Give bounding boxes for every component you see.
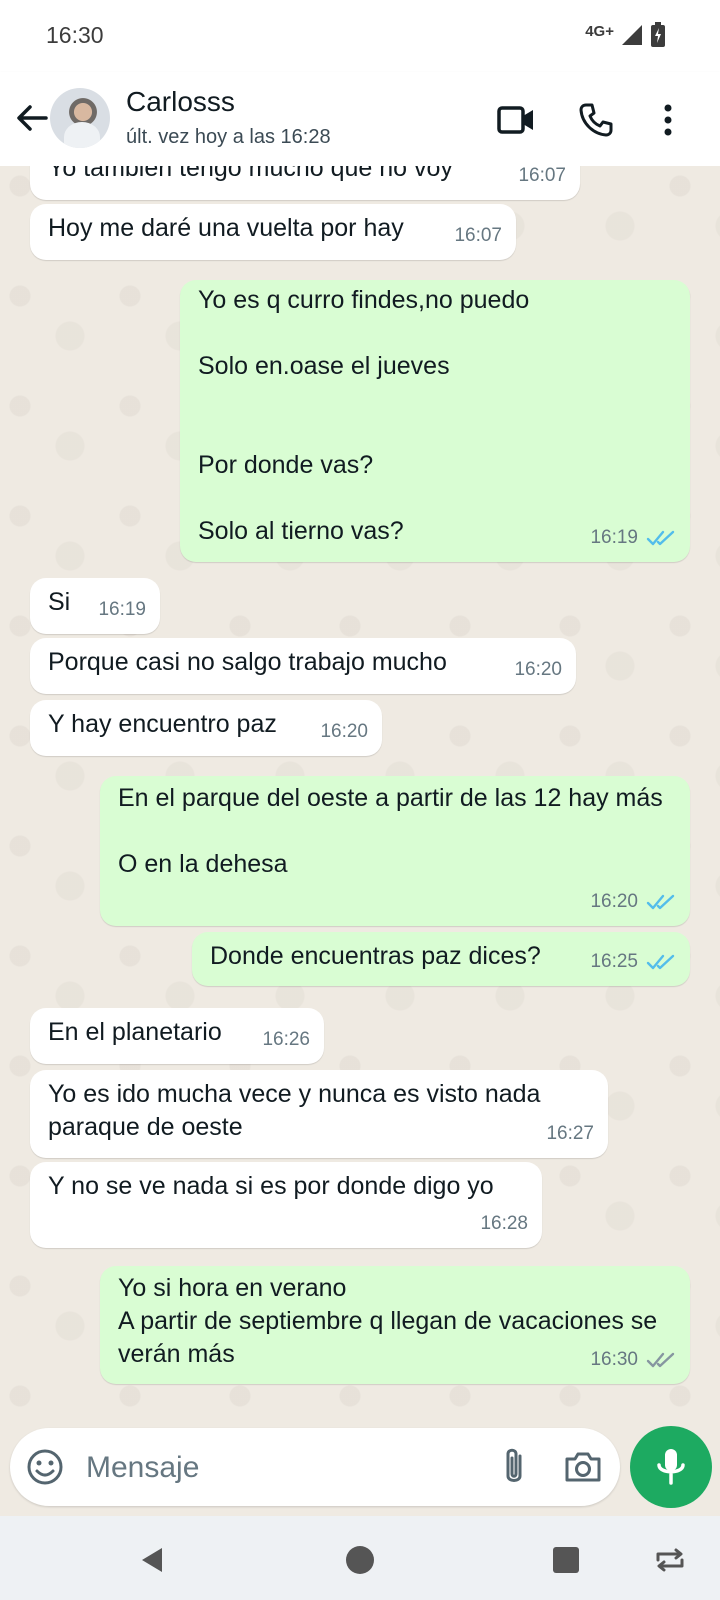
back-button[interactable] [12, 98, 52, 138]
chat-header: Carlosss últ. vez hoy a las 16:28 [0, 72, 720, 166]
message-incoming[interactable]: Yo es ido mucha vece y nunca es visto na… [30, 1070, 608, 1158]
status-time: 16:30 [46, 22, 104, 48]
status-bar: 16:30 4G+ [0, 0, 720, 72]
message-text: Yo si hora en verano A partir de septiem… [118, 1274, 658, 1368]
more-options-button[interactable] [646, 98, 690, 142]
voice-message-button[interactable] [630, 1426, 712, 1508]
voice-call-button[interactable] [574, 98, 618, 142]
nav-home-icon [346, 1546, 374, 1574]
message-incoming[interactable]: En el planetario 16:26 [30, 1008, 324, 1064]
message-composer [10, 1428, 620, 1506]
message-input[interactable] [84, 1446, 468, 1490]
nav-rotate-icon [656, 1548, 684, 1572]
nav-recents-icon [553, 1547, 579, 1573]
message-time: 16:19 [98, 599, 146, 620]
message-incoming[interactable]: Si 16:19 [30, 578, 160, 634]
message-text: Hoy me daré una vuelta por hay [48, 214, 404, 242]
mic-icon [657, 1449, 685, 1485]
message-text: Donde encuentras paz dices? [210, 942, 541, 970]
read-ticks-icon [646, 894, 675, 909]
message-time: 16:26 [262, 1029, 310, 1050]
message-text: Porque casi no salgo trabajo mucho [48, 648, 447, 676]
message-text: Yo es q curro findes,no puedo Solo en.oa… [198, 286, 530, 545]
nav-back-icon [142, 1548, 162, 1572]
message-time: 16:20 [320, 721, 368, 742]
delivered-ticks-icon [646, 1352, 675, 1367]
message-time: 16:07 [518, 166, 566, 186]
video-call-icon [497, 106, 533, 134]
phone-icon [579, 103, 613, 137]
message-time: 16:25 [590, 951, 638, 972]
message-incoming[interactable]: Yo tambien tengo mucho que no voy 16:07 [30, 166, 580, 200]
message-text: Yo tambien tengo mucho que no voy [48, 166, 453, 182]
battery-icon [651, 22, 665, 47]
emoji-icon[interactable] [26, 1448, 64, 1486]
chat-messages[interactable]: Yo tambien tengo mucho que no voy 16:07 … [0, 166, 720, 1420]
contact-avatar[interactable] [50, 88, 110, 148]
nav-back-button[interactable] [134, 1542, 170, 1578]
message-time: 16:28 [480, 1213, 528, 1234]
camera-icon[interactable] [562, 1446, 604, 1488]
read-ticks-icon [646, 954, 675, 969]
read-ticks-icon [646, 530, 675, 545]
message-time: 16:27 [546, 1123, 594, 1144]
more-vert-icon [664, 104, 672, 136]
message-text: Y no se ve nada si es por donde digo yo [48, 1172, 494, 1200]
message-incoming[interactable]: Hoy me daré una vuelta por hay 16:07 [30, 204, 516, 260]
message-outgoing[interactable]: Donde encuentras paz dices? 16:25 [192, 932, 690, 986]
network-type: 4G+ [585, 22, 614, 40]
message-text: Y hay encuentro paz [48, 710, 277, 738]
system-navigation-bar [0, 1516, 720, 1600]
last-seen-status: últ. vez hoy a las 16:28 [126, 126, 331, 148]
message-incoming[interactable]: Y no se ve nada si es por donde digo yo … [30, 1162, 542, 1248]
nav-rotate-button[interactable] [652, 1542, 688, 1578]
message-text: Yo es ido mucha vece y nunca es visto na… [48, 1080, 548, 1141]
message-time: 16:20 [590, 891, 638, 912]
message-time: 16:19 [590, 527, 638, 548]
message-incoming[interactable]: Porque casi no salgo trabajo mucho 16:20 [30, 638, 576, 694]
message-outgoing[interactable]: En el parque del oeste a partir de las 1… [100, 776, 690, 926]
contact-name[interactable]: Carlosss [126, 86, 235, 118]
message-time: 16:07 [454, 225, 502, 246]
message-outgoing[interactable]: Yo es q curro findes,no puedo Solo en.oa… [180, 280, 690, 562]
nav-recents-button[interactable] [548, 1542, 584, 1578]
message-incoming[interactable]: Y hay encuentro paz 16:20 [30, 700, 382, 756]
status-icons: 4G+ [585, 22, 666, 48]
message-time: 16:30 [590, 1349, 638, 1370]
video-call-button[interactable] [494, 98, 538, 142]
message-outgoing[interactable]: Yo si hora en verano A partir de septiem… [100, 1266, 690, 1384]
signal-icon [622, 25, 642, 45]
message-text: En el parque del oeste a partir de las 1… [118, 784, 663, 878]
nav-home-button[interactable] [342, 1542, 378, 1578]
attach-icon[interactable] [494, 1446, 534, 1488]
back-arrow-icon [17, 105, 48, 131]
message-time: 16:20 [514, 659, 562, 680]
